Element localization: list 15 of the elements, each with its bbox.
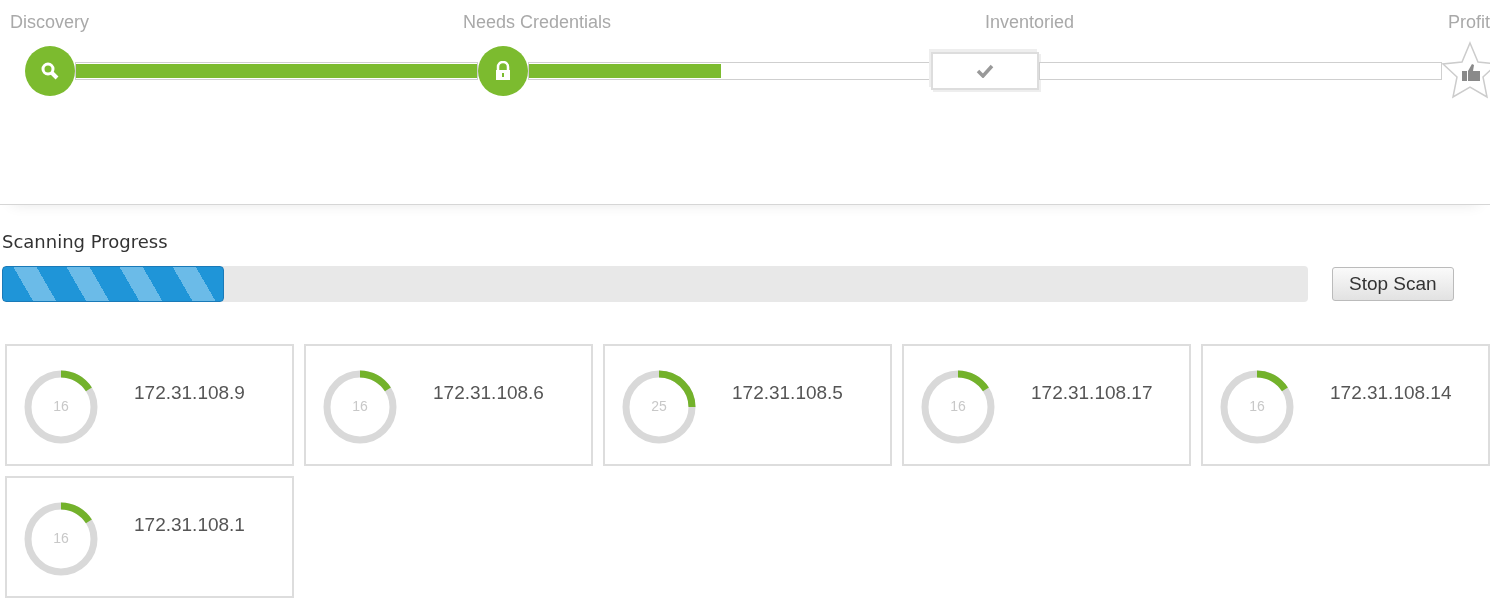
host-address: 172.31.108.5 — [732, 382, 843, 404]
host-address: 172.31.108.14 — [1330, 382, 1452, 404]
step-label: Discovery — [10, 12, 89, 33]
section-title: Scanning Progress — [2, 231, 169, 252]
step-label: Profit — [1447, 12, 1490, 33]
step-label: Needs Credentials — [462, 12, 612, 33]
step-label: Inventoried — [984, 12, 1075, 33]
check-icon — [976, 64, 994, 78]
search-icon — [40, 61, 60, 81]
stop-scan-button[interactable]: Stop Scan — [1332, 267, 1454, 301]
host-address: 172.31.108.1 — [134, 514, 245, 536]
host-address: 172.31.108.17 — [1031, 382, 1153, 404]
host-address: 172.31.108.9 — [134, 382, 245, 404]
lock-icon — [494, 61, 512, 81]
host-address: 172.31.108.6 — [433, 382, 544, 404]
